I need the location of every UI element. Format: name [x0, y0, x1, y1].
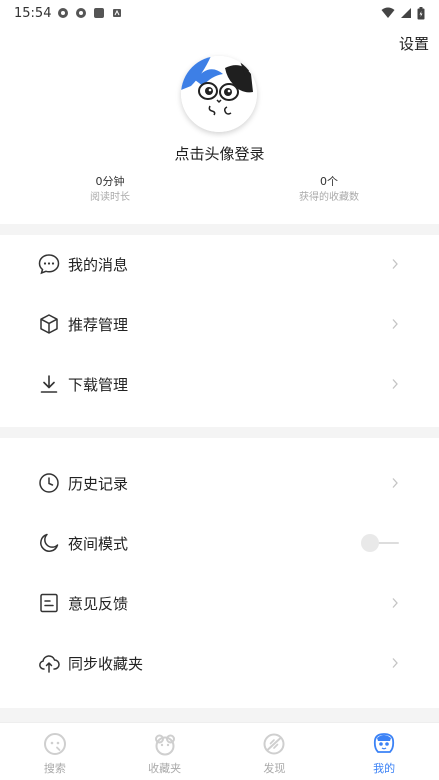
menu-item-label: 下载管理 [68, 375, 129, 394]
notification-icon [76, 8, 87, 18]
chevron-right-icon [392, 658, 398, 668]
cat-avatar-icon [181, 56, 257, 132]
menu-item-recommend-manage[interactable]: 推荐管理 [0, 294, 439, 354]
stat-value: 0个 [320, 175, 338, 188]
menu-item-history[interactable]: 历史记录 [0, 453, 439, 513]
section-divider [0, 427, 439, 438]
menu-item-download-manage[interactable]: 下载管理 [0, 354, 439, 414]
menu-item-label: 推荐管理 [68, 315, 129, 334]
settings-button[interactable]: 设置 [399, 33, 429, 54]
app-notification-icon [94, 8, 105, 18]
notification-icon [58, 8, 69, 18]
discover-icon [263, 733, 285, 755]
tab-label: 我的 [373, 762, 396, 775]
moon-icon [38, 532, 60, 554]
chat-bubble-icon [38, 253, 60, 275]
stat-label: 获得的收藏数 [299, 192, 359, 203]
stat-label: 阅读时长 [90, 192, 130, 203]
feedback-icon [38, 592, 60, 614]
status-time: 15:54 [14, 5, 52, 21]
tab-favorites[interactable]: 收藏夹 [110, 723, 220, 780]
menu-item-label: 同步收藏夹 [68, 654, 144, 673]
search-icon [43, 733, 66, 755]
menu-item-label: 夜间模式 [68, 534, 129, 553]
download-icon [38, 373, 60, 395]
toggle-knob [361, 534, 379, 552]
profile-icon [374, 733, 395, 753]
menu-item-night-mode: 夜间模式 [0, 513, 439, 573]
tab-discover[interactable]: 发现 [220, 723, 330, 780]
tab-mine[interactable]: 我的 [329, 723, 439, 780]
chevron-right-icon [392, 259, 398, 269]
menu-item-label: 历史记录 [68, 474, 129, 493]
app-notification-icon [113, 9, 122, 17]
menu-item-messages[interactable]: 我的消息 [0, 234, 439, 294]
chevron-right-icon [392, 379, 398, 389]
signal-icon [401, 8, 411, 18]
avatar[interactable] [181, 56, 257, 132]
section-divider [0, 708, 439, 722]
chevron-right-icon [392, 478, 398, 488]
night-mode-toggle[interactable] [361, 533, 401, 553]
tab-search[interactable]: 搜索 [0, 723, 110, 780]
bottom-tab-bar: 搜索 收藏夹 发现 我的 [0, 722, 439, 780]
reading-time-stat: 0分钟 阅读时长 [40, 174, 180, 205]
clock-icon [38, 472, 60, 494]
favorites-icon [154, 734, 175, 756]
battery-icon [417, 6, 425, 19]
chevron-right-icon [392, 598, 398, 608]
stat-value: 0分钟 [95, 175, 125, 188]
wifi-icon [381, 7, 395, 18]
chevron-right-icon [392, 319, 398, 329]
cube-icon [38, 313, 60, 335]
menu-item-sync-favorites[interactable]: 同步收藏夹 [0, 633, 439, 693]
favorites-count-stat: 0个 获得的收藏数 [259, 174, 399, 205]
menu-item-label: 意见反馈 [68, 594, 129, 613]
cloud-sync-icon [38, 652, 60, 674]
status-bar: 15:54 [0, 0, 439, 26]
tab-label: 发现 [263, 762, 286, 775]
menu-item-label: 我的消息 [68, 255, 129, 274]
menu-item-feedback[interactable]: 意见反馈 [0, 573, 439, 633]
tab-label: 收藏夹 [148, 762, 182, 775]
tab-label: 搜索 [43, 762, 66, 775]
login-prompt[interactable]: 点击头像登录 [0, 143, 439, 164]
